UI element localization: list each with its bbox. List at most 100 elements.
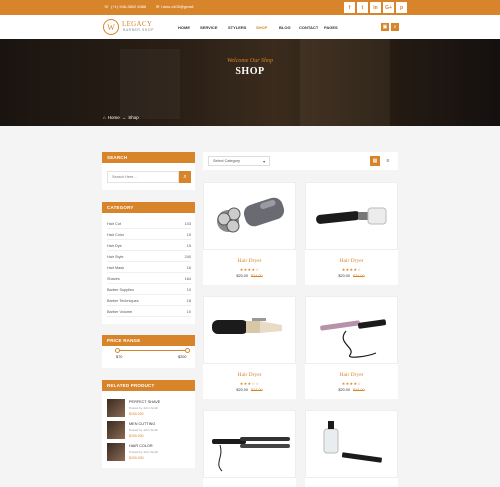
product-image[interactable] bbox=[305, 410, 398, 478]
grid-view-icon[interactable]: ▦ bbox=[370, 156, 380, 166]
nav-contact[interactable]: CONTACT bbox=[299, 25, 318, 30]
category-count: 15 bbox=[186, 243, 191, 248]
related-author: Posted by John Smith bbox=[129, 406, 159, 410]
related-price: $190.000 bbox=[129, 434, 144, 438]
product-old-price: $24.00 bbox=[251, 388, 263, 392]
home-icon: ⌂ bbox=[103, 115, 106, 120]
price-range-widget: PRICE RANGE $70 $200 bbox=[102, 335, 195, 368]
category-count: 15 bbox=[186, 232, 191, 237]
category-item[interactable]: Barber Volume 10 bbox=[107, 307, 191, 317]
product-old-price: $24.00 bbox=[353, 274, 365, 278]
category-item[interactable]: Barber Supplies 10 bbox=[107, 285, 191, 295]
category-item[interactable]: Shaves 164 bbox=[107, 274, 191, 284]
product-image[interactable] bbox=[203, 182, 296, 250]
product-card[interactable]: Hair Dryer ★★★★☆ $20.00 $24.00 bbox=[305, 296, 398, 399]
product-image[interactable] bbox=[305, 296, 398, 364]
product-title[interactable]: Hair Dryer bbox=[305, 258, 398, 264]
product-rating: ★★★☆☆ bbox=[239, 381, 260, 386]
category-count: 16 bbox=[186, 265, 191, 270]
phone-icon: ☏ bbox=[104, 4, 110, 9]
product-price: $20.00 bbox=[338, 274, 350, 278]
breadcrumb-home[interactable]: Home bbox=[108, 115, 120, 120]
product-title[interactable]: Hair Dryer bbox=[203, 372, 296, 378]
product-title[interactable]: Hair Dryer bbox=[305, 372, 398, 378]
clipper-image bbox=[212, 318, 282, 334]
product-image[interactable] bbox=[305, 182, 398, 250]
related-author: Posted by John Smith bbox=[129, 428, 159, 432]
category-label: Hair Mask bbox=[107, 265, 125, 270]
category-label: Hair Color bbox=[107, 232, 125, 237]
related-item[interactable]: MEN CUTTING Posted by John Smith $190.00… bbox=[107, 421, 191, 441]
price-slider-min-handle[interactable] bbox=[115, 348, 120, 353]
related-thumbnail[interactable] bbox=[107, 443, 125, 461]
related-title[interactable]: MEN CUTTING bbox=[129, 422, 155, 426]
category-widget-title: CATEGORY bbox=[102, 202, 195, 213]
product-image[interactable] bbox=[203, 410, 296, 478]
category-label: Hair Cut bbox=[107, 221, 121, 226]
product-price-row: $20.00 $24.00 bbox=[305, 388, 398, 392]
category-label: Barber Volume bbox=[107, 309, 133, 314]
google-plus-icon[interactable]: G+ bbox=[383, 2, 394, 13]
product-card[interactable]: Hair Dryer ★★★★☆ $20.00 $24.00 bbox=[305, 182, 398, 285]
price-slider-track[interactable] bbox=[117, 350, 188, 351]
nav-service[interactable]: SERVICE bbox=[200, 25, 218, 30]
search-input[interactable]: Search Here ... bbox=[107, 171, 179, 183]
sort-bar: Select Category ▾ ▦ ≡ bbox=[203, 152, 398, 170]
price-slider-max-handle[interactable] bbox=[185, 348, 190, 353]
breadcrumb-separator-icon: → bbox=[121, 115, 127, 120]
category-label: Hair Dye bbox=[107, 243, 122, 248]
related-thumbnail[interactable] bbox=[107, 421, 125, 439]
category-item[interactable]: Hair Cut 103 bbox=[107, 219, 191, 229]
list-view-icon[interactable]: ≡ bbox=[383, 156, 393, 166]
related-title[interactable]: PERFECT SHAVE bbox=[129, 400, 160, 404]
product-card[interactable]: Hair Dryer ★★★☆☆ $20.00 $24.00 bbox=[203, 296, 296, 399]
related-item[interactable]: PERFECT SHAVE Posted by John Smith $190.… bbox=[107, 399, 191, 419]
breadcrumb-current: Shop bbox=[128, 115, 139, 120]
product-card[interactable] bbox=[203, 410, 296, 487]
price-max-label: $200 bbox=[178, 355, 187, 359]
search-widget: SEARCH Search Here ... ⌕ bbox=[102, 152, 195, 190]
logo-name[interactable]: LEGACY bbox=[122, 20, 152, 28]
category-select-value: Select Category bbox=[213, 159, 241, 163]
category-select[interactable]: Select Category ▾ bbox=[208, 156, 270, 166]
product-price: $20.00 bbox=[338, 388, 350, 392]
category-item[interactable]: Hair Color 15 bbox=[107, 230, 191, 240]
pinterest-icon[interactable]: p bbox=[396, 2, 407, 13]
facebook-icon[interactable]: f bbox=[344, 2, 355, 13]
category-widget: CATEGORY Hair Cut 103 Hair Color 15 Hair D… bbox=[102, 202, 195, 324]
related-title[interactable]: HAIR COLOR bbox=[129, 444, 153, 448]
category-count: 10 bbox=[186, 309, 191, 314]
nav-shop[interactable]: SHOP bbox=[256, 25, 267, 30]
category-item[interactable]: Hair Mask 16 bbox=[107, 263, 191, 273]
product-image[interactable] bbox=[203, 296, 296, 364]
product-rating: ★★★★☆ bbox=[341, 267, 362, 272]
category-label: Barber Supplies bbox=[107, 287, 135, 292]
product-card[interactable]: Hair Dryer ★★★★☆ $20.00 $24.00 bbox=[203, 182, 296, 285]
category-item[interactable]: Hair Style 240 bbox=[107, 252, 191, 262]
twitter-icon[interactable]: t bbox=[357, 2, 368, 13]
linkedin-icon[interactable]: in bbox=[370, 2, 381, 13]
category-item[interactable]: Barber Techniques 18 bbox=[107, 296, 191, 306]
logo-mark[interactable]: W bbox=[103, 19, 119, 35]
price-min-label: $70 bbox=[116, 355, 123, 359]
product-card[interactable] bbox=[305, 410, 398, 487]
nav-pages[interactable]: PAGES bbox=[324, 25, 338, 30]
category-label: Shaves bbox=[107, 276, 120, 281]
search-button-icon[interactable]: ⌕ bbox=[179, 171, 191, 183]
product-title[interactable]: Hair Dryer bbox=[203, 258, 296, 264]
related-thumbnail[interactable] bbox=[107, 399, 125, 417]
related-author: Posted by John Smith bbox=[129, 450, 159, 454]
related-item[interactable]: HAIR COLOR Posted by John Smith $190.000 bbox=[107, 443, 191, 463]
nav-home[interactable]: HOME bbox=[178, 25, 190, 30]
related-price: $190.000 bbox=[129, 412, 144, 416]
category-item[interactable]: Hair Dye 15 bbox=[107, 241, 191, 251]
category-count: 164 bbox=[184, 276, 191, 281]
nav-blog[interactable]: BLOG bbox=[279, 25, 291, 30]
trimmer-image bbox=[316, 207, 387, 225]
product-price: $20.00 bbox=[236, 274, 248, 278]
search-icon[interactable]: ⌕ bbox=[391, 23, 399, 31]
nav-stylers[interactable]: STYLERS bbox=[228, 25, 246, 30]
email-info: ✉ hairs.v405@gmail bbox=[156, 4, 193, 9]
cart-icon[interactable]: ▣ bbox=[381, 23, 389, 31]
category-count: 240 bbox=[184, 254, 191, 259]
